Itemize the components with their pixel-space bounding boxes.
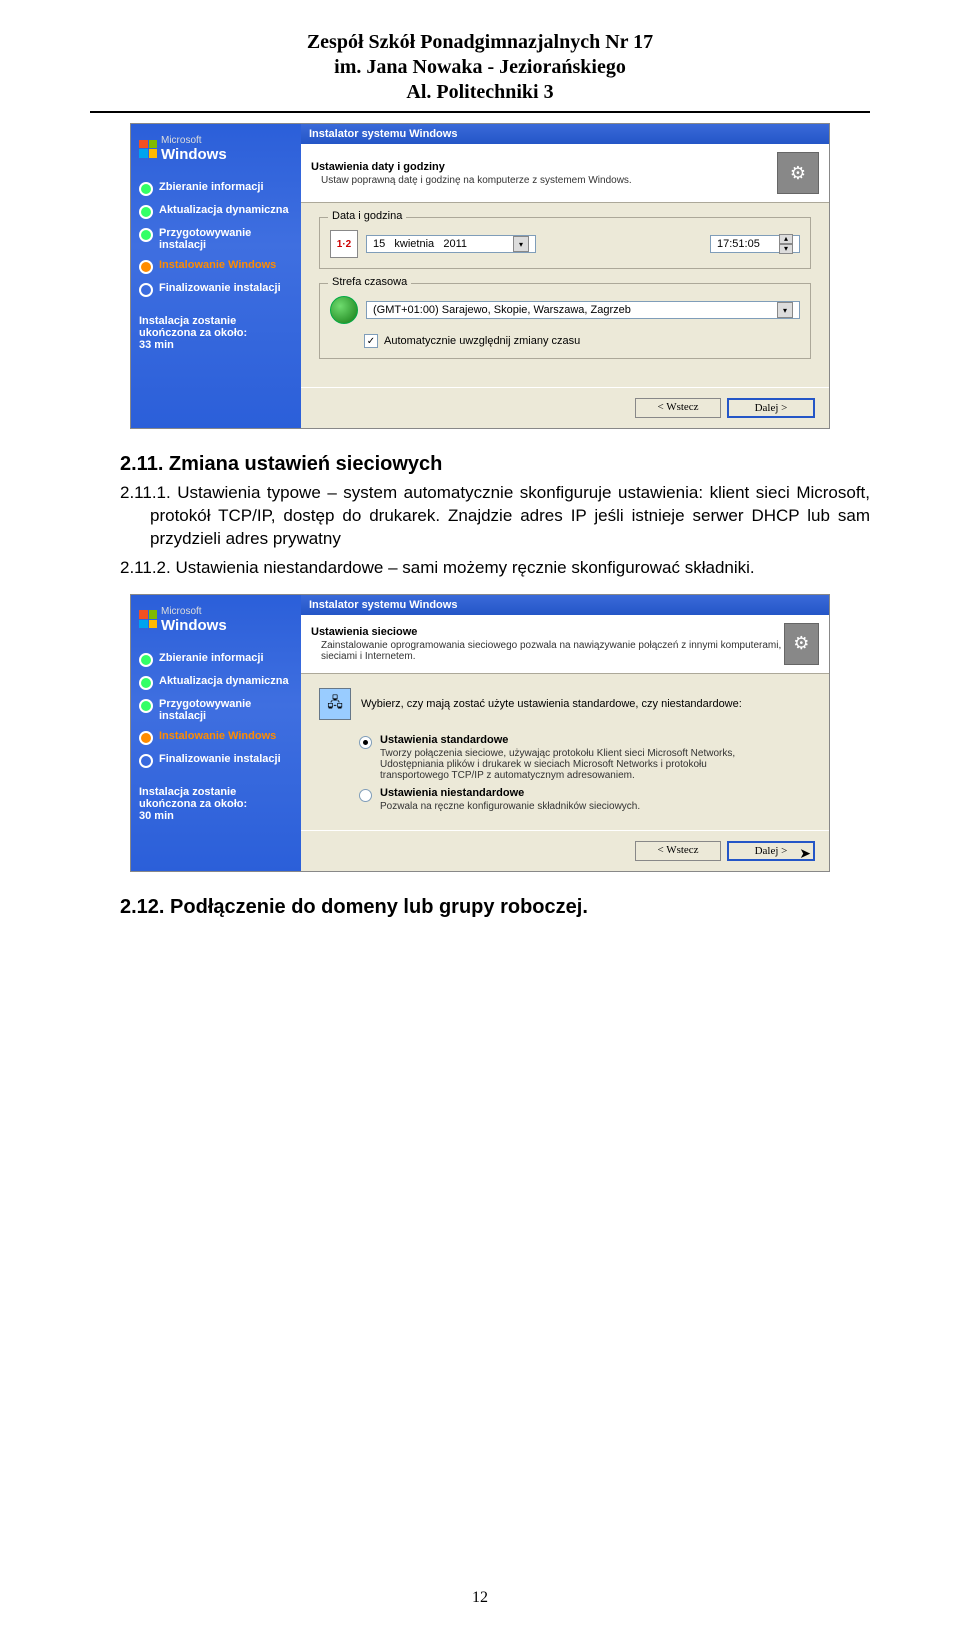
step-label: Aktualizacja dynamiczna (159, 675, 289, 687)
installer-step: Zbieranie informacji (139, 181, 293, 196)
installer-step: Aktualizacja dynamiczna (139, 675, 293, 690)
back-button[interactable]: < Wstecz (635, 841, 721, 861)
page-number: 12 (0, 1589, 960, 1607)
step-label: Aktualizacja dynamiczna (159, 204, 289, 216)
step-dot-icon (139, 754, 153, 768)
eta-block: Instalacja zostanie ukończona za około: … (139, 786, 293, 822)
network-prompt-text: Wybierz, czy mają zostać użyte ustawieni… (361, 698, 742, 710)
dialog-header-subtitle: Zainstalowanie oprogramowania sieciowego… (311, 640, 784, 662)
radio-description: Pozwala na ręczne konfigurowanie składni… (380, 801, 640, 812)
time-spinner[interactable]: 17:51:05 ▴ ▾ (710, 235, 800, 253)
radio-title: Ustawienia niestandardowe (380, 787, 640, 799)
group-timezone: Strefa czasowa (GMT+01:00) Sarajewo, Sko… (319, 283, 811, 359)
radio-description: Tworzy połączenia sieciowe, używając pro… (380, 748, 740, 781)
clock-settings-icon: ⚙ (777, 152, 819, 194)
section-2-11-2-text: 2.11.2. Ustawienia niestandardowe – sami… (90, 557, 870, 580)
step-dot-icon (139, 260, 153, 274)
installer-step: Zbieranie informacji (139, 652, 293, 667)
section-2-11-1-text: 2.11.1. Ustawienia typowe – system autom… (90, 482, 870, 551)
section-2-11-title: 2.11. Zmiana ustawień sieciowych (120, 453, 870, 476)
network-computers-icon: 🖧 (319, 688, 351, 720)
radio-icon (359, 789, 372, 802)
screenshot-datetime-settings: Microsoft Windows Zbieranie informacji Ak… (130, 123, 830, 429)
header-line-1: Zespół Szkół Ponadgimnazjalnych Nr 17 (90, 30, 870, 55)
step-label: Instalowanie Windows (159, 730, 276, 742)
installer-sidebar: Microsoft Windows Zbieranie informacji Ak… (131, 124, 301, 428)
step-dot-icon (139, 228, 153, 242)
eta-value: 30 min (139, 810, 174, 822)
brand-small: Microsoft (161, 606, 202, 617)
eta-value: 33 min (139, 339, 174, 351)
installer-step: Aktualizacja dynamiczna (139, 204, 293, 219)
brand-big: Windows (161, 146, 227, 163)
eta-label: Instalacja zostanie ukończona za około: (139, 315, 247, 339)
checkbox-icon: ✓ (364, 334, 378, 348)
dialog-header: Ustawienia daty i godziny Ustaw poprawną… (301, 144, 829, 203)
step-dot-icon (139, 676, 153, 690)
dropdown-arrow-icon[interactable]: ▾ (777, 302, 793, 318)
radio-icon (359, 736, 372, 749)
dialog-header-title: Ustawienia daty i godziny (311, 161, 632, 173)
brand-big: Windows (161, 617, 227, 634)
brand-small: Microsoft (161, 135, 202, 146)
group-tz-legend: Strefa czasowa (328, 276, 411, 288)
dialog-header-title: Ustawienia sieciowe (311, 626, 784, 638)
dst-checkbox[interactable]: ✓ Automatycznie uwzględnij zmiany czasu (330, 334, 800, 348)
next-button[interactable]: Dalej > (727, 398, 815, 418)
step-dot-icon (139, 205, 153, 219)
dialog-header-subtitle: Ustaw poprawną datę i godzinę na kompute… (311, 175, 632, 186)
installer-step: Instalowanie Windows (139, 259, 293, 274)
installer-step: Finalizowanie instalacji (139, 282, 293, 297)
step-dot-icon (139, 283, 153, 297)
document-header: Zespół Szkół Ponadgimnazjalnych Nr 17 im… (90, 30, 870, 105)
step-dot-icon (139, 653, 153, 667)
step-label: Finalizowanie instalacji (159, 753, 281, 765)
back-button[interactable]: < Wstecz (635, 398, 721, 418)
windows-logo: Microsoft Windows (139, 134, 293, 163)
timezone-dropdown[interactable]: (GMT+01:00) Sarajewo, Skopie, Warszawa, … (366, 301, 800, 319)
windows-flag-icon (139, 610, 157, 628)
dst-checkbox-label: Automatycznie uwzględnij zmiany czasu (384, 335, 580, 347)
step-label: Instalowanie Windows (159, 259, 276, 271)
windows-flag-icon (139, 140, 157, 158)
step-label: Zbieranie informacji (159, 181, 264, 193)
step-dot-icon (139, 731, 153, 745)
eta-label: Instalacja zostanie ukończona za około: (139, 786, 247, 810)
dialog-header: Ustawienia sieciowe Zainstalowanie oprog… (301, 615, 829, 674)
header-line-3: Al. Politechniki 3 (90, 80, 870, 105)
dialog-titlebar: Instalator systemu Windows (301, 124, 829, 144)
installer-sidebar: Microsoft Windows Zbieranie informacji Ak… (131, 595, 301, 871)
spinner-up-icon[interactable]: ▴ (779, 234, 793, 244)
header-rule (90, 111, 870, 113)
installer-step: Instalowanie Windows (139, 730, 293, 745)
step-dot-icon (139, 182, 153, 196)
header-line-2: im. Jana Nowaka - Jeziorańskiego (90, 55, 870, 80)
spinner-down-icon[interactable]: ▾ (779, 244, 793, 254)
step-label: Przygotowywanie instalacji (159, 698, 293, 722)
group-date-legend: Data i godzina (328, 210, 406, 222)
windows-logo: Microsoft Windows (139, 605, 293, 634)
radio-title: Ustawienia standardowe (380, 734, 740, 746)
installer-step: Przygotowywanie instalacji (139, 227, 293, 251)
eta-block: Instalacja zostanie ukończona za około: … (139, 315, 293, 351)
step-dot-icon (139, 699, 153, 713)
dropdown-arrow-icon[interactable]: ▾ (513, 236, 529, 252)
step-label: Finalizowanie instalacji (159, 282, 281, 294)
installer-step: Finalizowanie instalacji (139, 753, 293, 768)
group-date-time: Data i godzina 1·2 15 kwietnia 2011 ▾ (319, 217, 811, 269)
globe-icon (330, 296, 358, 324)
screenshot-network-settings: Microsoft Windows Zbieranie informacji Ak… (130, 594, 830, 872)
dialog-titlebar: Instalator systemu Windows (301, 595, 829, 615)
step-label: Przygotowywanie instalacji (159, 227, 293, 251)
calendar-icon: 1·2 (330, 230, 358, 258)
step-label: Zbieranie informacji (159, 652, 264, 664)
section-2-12-title: 2.12. Podłączenie do domeny lub grupy ro… (120, 896, 870, 919)
mouse-cursor-icon: ➤ (799, 846, 811, 863)
network-settings-icon: ⚙ (784, 623, 819, 665)
radio-standard-settings[interactable]: Ustawienia standardowe Tworzy połączenia … (359, 734, 811, 781)
radio-custom-settings[interactable]: Ustawienia niestandardowe Pozwala na ręcz… (359, 787, 811, 812)
date-dropdown[interactable]: 15 kwietnia 2011 ▾ (366, 235, 536, 253)
installer-step: Przygotowywanie instalacji (139, 698, 293, 722)
